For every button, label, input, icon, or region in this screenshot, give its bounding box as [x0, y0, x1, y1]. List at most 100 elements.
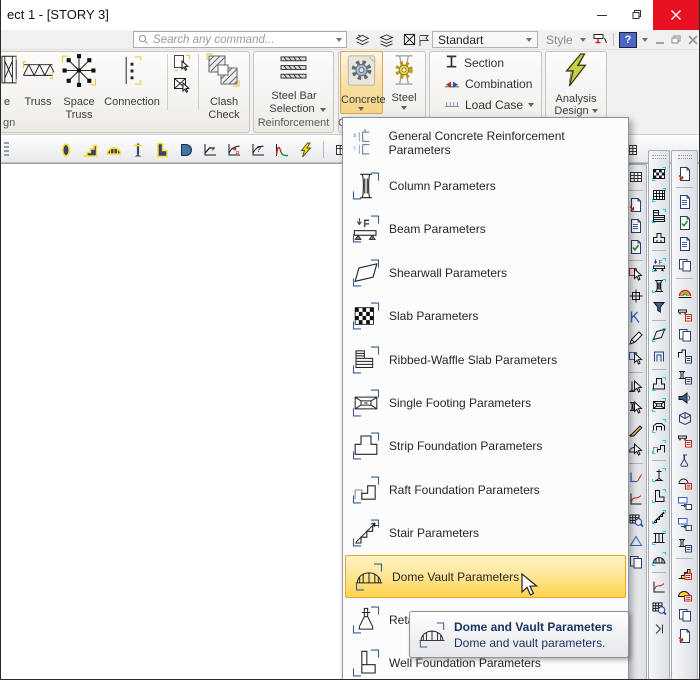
doc-red-icon[interactable] [626, 195, 646, 214]
arrow-blue-icon[interactable] [626, 349, 646, 368]
doc-restore-button[interactable] [669, 33, 683, 46]
table-grid-icon[interactable] [626, 167, 646, 186]
chart-spectrum-icon[interactable] [272, 139, 291, 160]
doc-beam-icon[interactable] [672, 430, 697, 449]
menu-item[interactable]: Ribbed-Waffle Slab Parameters [343, 338, 628, 381]
expand-icon[interactable] [649, 619, 669, 638]
doc-beam-icon[interactable] [672, 304, 697, 323]
bridge-icon[interactable] [649, 416, 669, 435]
combination-menu-item[interactable]: Combination [444, 75, 532, 92]
load-case-menu-item[interactable]: Load Case [444, 96, 534, 113]
menu-item[interactable]: Slab Parameters [343, 295, 628, 338]
steel-bar-selection-button[interactable]: Steel Bar [263, 90, 325, 102]
stair-y-icon[interactable] [672, 563, 697, 582]
horn-icon[interactable] [672, 388, 697, 407]
frame-button-label[interactable]: e [4, 96, 10, 108]
connection-icon[interactable] [115, 54, 149, 87]
chart-bilinear-icon[interactable] [200, 139, 219, 160]
style-dropdown-icon[interactable] [580, 38, 586, 42]
column-icon[interactable] [649, 276, 669, 295]
rainbow-icon[interactable] [672, 283, 697, 302]
pen-icon[interactable] [626, 328, 646, 347]
toolbar-grip[interactable] [4, 142, 9, 158]
waffle-mag-icon[interactable] [649, 598, 669, 617]
bldg-3d-icon[interactable] [672, 409, 697, 428]
connection-button[interactable]: Connection [102, 96, 162, 108]
maximize-button[interactable] [619, 0, 653, 30]
pole-icon[interactable] [649, 465, 669, 484]
doc-rect-icon[interactable] [672, 514, 697, 533]
mast-hl-icon[interactable] [128, 139, 147, 160]
foot-icon[interactable] [649, 374, 669, 393]
dome-sel-icon[interactable] [626, 440, 646, 459]
menu-item[interactable]: Shearwall Parameters [343, 251, 628, 294]
close-button[interactable] [653, 0, 699, 30]
funnel-icon[interactable] [649, 297, 669, 316]
doc-red-icon[interactable] [672, 626, 697, 645]
toolbar-grip[interactable] [678, 155, 692, 159]
doc-copy-icon[interactable] [672, 325, 697, 344]
dome16-icon[interactable] [649, 549, 669, 568]
doc-close-button[interactable] [686, 33, 700, 46]
truss-button[interactable]: Truss [21, 96, 55, 108]
doc-check-icon[interactable] [626, 237, 646, 256]
search-dropdown-icon[interactable] [336, 38, 342, 42]
doc-bldg-icon[interactable] [672, 346, 697, 365]
help-button[interactable]: ? [619, 32, 637, 48]
raft-icon[interactable] [649, 437, 669, 456]
flag-icon[interactable] [414, 31, 434, 48]
clash-check-icon[interactable] [205, 52, 241, 88]
concrete-button[interactable]: Concrete [340, 51, 383, 114]
doc-col-icon[interactable] [672, 535, 697, 554]
doc-red-icon[interactable] [672, 164, 697, 183]
truss-icon[interactable] [21, 54, 55, 87]
doc-copy-icon[interactable] [672, 605, 697, 624]
menu-item[interactable]: Stair Parameters [343, 512, 628, 555]
steel-bar-selection-line2[interactable]: Selection [263, 103, 321, 115]
steel-bar-selection-icon[interactable] [279, 55, 308, 80]
analysis-design-button[interactable]: Analysis Design [553, 52, 599, 117]
format-painter-icon[interactable] [590, 31, 610, 48]
chart-p-icon[interactable]: P [224, 139, 243, 160]
layer-down-icon[interactable] [376, 31, 396, 48]
ret-hl-icon[interactable] [152, 139, 171, 160]
tri-blue-icon[interactable] [626, 531, 646, 550]
corner-icon[interactable] [649, 486, 669, 505]
doc-dome-icon[interactable] [672, 472, 697, 491]
arrow-red-icon[interactable] [626, 265, 646, 284]
temple-icon[interactable] [649, 528, 669, 547]
lc-blue-icon[interactable] [626, 468, 646, 487]
space-truss-button-line2[interactable]: Truss [59, 109, 99, 121]
stairck-icon[interactable] [649, 507, 669, 526]
doc-copy-icon[interactable] [626, 552, 646, 571]
toolbar-grip[interactable] [652, 155, 666, 159]
menu-item[interactable]: FBeam Parameters [343, 208, 628, 251]
minimize-button[interactable] [585, 0, 619, 30]
menu-item[interactable]: abcGeneral Concrete Reinforcement Parame… [343, 121, 628, 164]
profile-select[interactable]: Standart [432, 31, 538, 48]
layer-up-icon[interactable] [352, 31, 372, 48]
footing-icon[interactable] [649, 395, 669, 414]
menu-item[interactable]: Dome Vault Parameters [345, 555, 626, 598]
clash-check-button[interactable]: Clash [208, 96, 240, 108]
menu-item[interactable]: Raft Foundation Parameters [343, 468, 628, 511]
select-element-icon[interactable] [172, 53, 192, 73]
menu-item[interactable]: Single Footing Parameters [343, 381, 628, 424]
doc-copy-icon[interactable] [672, 255, 697, 274]
menu-item[interactable]: Column Parameters [343, 164, 628, 207]
bolt16-icon[interactable] [296, 139, 315, 160]
space-truss-icon[interactable] [61, 53, 97, 88]
stair-hl-icon[interactable] [80, 139, 99, 160]
doc-blue-icon[interactable] [672, 192, 697, 211]
section-menu-item[interactable]: Section [444, 54, 504, 72]
waffle-mag-icon[interactable] [626, 510, 646, 529]
domeplan-hl-icon[interactable] [176, 139, 195, 160]
doc-blue-icon[interactable] [672, 234, 697, 253]
cross-icon[interactable] [626, 286, 646, 305]
steel-bar-dropdown-icon[interactable] [320, 108, 326, 112]
ribbed-icon[interactable] [649, 206, 669, 225]
help-dropdown-icon[interactable] [642, 38, 648, 42]
doc-col-icon[interactable] [672, 367, 697, 386]
dome-hl-icon[interactable] [104, 139, 123, 160]
blocks-icon[interactable] [649, 227, 669, 246]
